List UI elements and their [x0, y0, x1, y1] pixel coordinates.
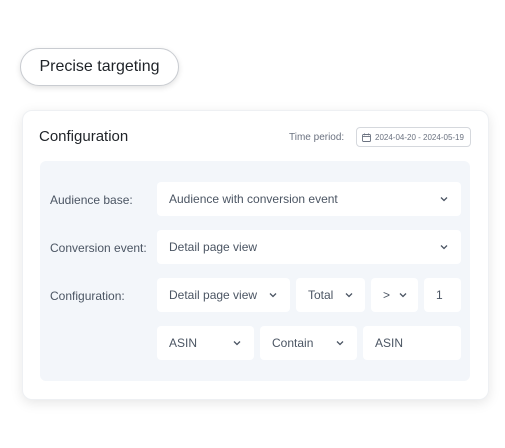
configuration-label: Configuration:	[50, 289, 125, 303]
aggregation-value: Total	[308, 288, 334, 302]
chevron-down-icon	[439, 242, 449, 252]
attribute-value: ASIN	[169, 336, 198, 350]
chevron-down-icon	[344, 290, 354, 300]
configuration-card: Configuration Time period: 2024-04-20 - …	[22, 110, 489, 400]
chevron-down-icon	[232, 338, 242, 348]
match-value: Contain	[272, 336, 314, 350]
audience-base-value: Audience with conversion event	[169, 192, 338, 206]
date-range-picker[interactable]: 2024-04-20 - 2024-05-19	[356, 127, 471, 147]
chevron-down-icon	[335, 338, 345, 348]
count-input[interactable]: 1	[424, 278, 461, 312]
audience-base-select[interactable]: Audience with conversion event	[157, 182, 461, 216]
conversion-event-value: Detail page view	[169, 240, 258, 254]
form-panel: Audience base: Audience with conversion …	[40, 161, 470, 381]
precise-targeting-label: Precise targeting	[39, 58, 160, 75]
card-title: Configuration	[39, 128, 129, 145]
count-value: 1	[436, 288, 443, 302]
asin-value-input[interactable]: ASIN	[363, 326, 461, 360]
attribute-select[interactable]: ASIN	[157, 326, 254, 360]
conversion-event-label: Conversion event:	[50, 241, 147, 255]
conversion-event-select[interactable]: Detail page view	[157, 230, 461, 264]
operator-select[interactable]: >	[371, 278, 418, 312]
audience-base-label: Audience base:	[50, 193, 133, 207]
time-period-label: Time period:	[289, 132, 345, 143]
chevron-down-icon	[439, 194, 449, 204]
precise-targeting-badge[interactable]: Precise targeting	[20, 48, 179, 86]
calendar-icon	[362, 133, 371, 142]
match-select[interactable]: Contain	[260, 326, 357, 360]
configuration-event-value: Detail page view	[169, 288, 258, 302]
page: Precise targeting Configuration Time per…	[0, 0, 505, 448]
chevron-down-icon	[268, 290, 278, 300]
aggregation-select[interactable]: Total	[296, 278, 365, 312]
chevron-down-icon	[398, 290, 408, 300]
date-range-text: 2024-04-20 - 2024-05-19	[375, 132, 464, 142]
operator-value: >	[383, 288, 391, 302]
asin-value-text: ASIN	[375, 336, 404, 350]
configuration-event-select[interactable]: Detail page view	[157, 278, 290, 312]
